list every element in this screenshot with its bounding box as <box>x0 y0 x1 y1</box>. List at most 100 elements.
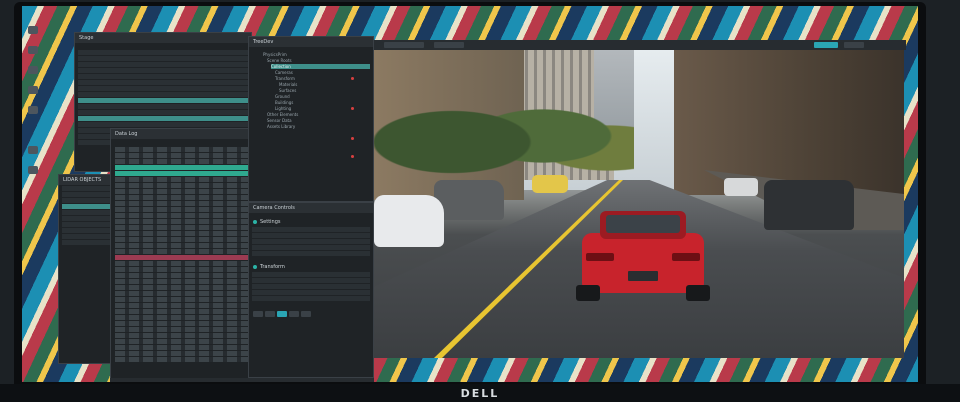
tree-item[interactable]: Ground <box>275 94 370 99</box>
table-row[interactable] <box>115 285 265 290</box>
playback-button[interactable] <box>253 311 263 317</box>
table-row[interactable] <box>115 321 265 326</box>
table-row-error[interactable] <box>115 255 265 260</box>
list-item[interactable] <box>78 110 248 115</box>
table-row[interactable] <box>115 213 265 218</box>
table-row[interactable] <box>115 225 265 230</box>
toolbar-button[interactable] <box>384 42 424 48</box>
app-icon[interactable] <box>28 146 38 154</box>
toolbar-button[interactable] <box>434 42 464 48</box>
tree-item[interactable]: PhysicsPrim <box>263 52 370 57</box>
property-row[interactable] <box>252 284 370 289</box>
table-row-selected[interactable] <box>115 165 265 170</box>
table-row[interactable] <box>115 231 265 236</box>
table-row[interactable] <box>115 189 265 194</box>
table-row[interactable] <box>115 201 265 206</box>
tree-item-selected[interactable]: Collection <box>271 64 370 69</box>
property-row[interactable] <box>252 239 370 244</box>
playback-button[interactable] <box>265 311 275 317</box>
tree-item[interactable]: Transform <box>275 76 370 81</box>
tree-item[interactable]: Materials <box>279 82 370 87</box>
tree-item[interactable]: Scene Roots <box>267 58 370 63</box>
table-row[interactable] <box>115 249 265 254</box>
toolbar-button[interactable] <box>814 42 838 48</box>
tree-item[interactable]: Lighting <box>275 106 370 111</box>
app-icon[interactable] <box>28 46 38 54</box>
list-item[interactable] <box>78 80 248 85</box>
list-item[interactable] <box>78 122 248 127</box>
table-row[interactable] <box>115 327 265 332</box>
table-row[interactable] <box>115 237 265 242</box>
playback-button[interactable] <box>289 311 299 317</box>
playback-button[interactable] <box>301 311 311 317</box>
table-row[interactable] <box>115 309 265 314</box>
property-row[interactable] <box>252 296 370 301</box>
table-row[interactable] <box>115 357 265 362</box>
app-icon[interactable] <box>28 86 38 94</box>
list-item[interactable] <box>78 92 248 97</box>
app-icon[interactable] <box>28 66 38 74</box>
table-row[interactable] <box>115 297 265 302</box>
table-row[interactable] <box>115 303 265 308</box>
table-row[interactable] <box>115 339 265 344</box>
table-row[interactable] <box>115 153 265 158</box>
property-row[interactable] <box>252 251 370 256</box>
tree-item[interactable]: Assets Library <box>267 124 370 129</box>
list-item[interactable] <box>62 234 110 239</box>
list-item-selected[interactable] <box>78 98 248 103</box>
tree-item[interactable]: Other Elements <box>267 112 370 117</box>
property-row[interactable] <box>252 272 370 277</box>
play-button[interactable] <box>277 311 287 317</box>
list-item[interactable] <box>62 210 110 215</box>
list-item[interactable] <box>78 50 248 55</box>
table-row[interactable] <box>115 177 265 182</box>
table-row[interactable] <box>115 345 265 350</box>
table-row-selected[interactable] <box>115 171 265 176</box>
list-item[interactable] <box>62 240 110 245</box>
list-item[interactable] <box>78 62 248 67</box>
table-row[interactable] <box>115 315 265 320</box>
list-item[interactable] <box>62 216 110 221</box>
toolbar-button[interactable] <box>844 42 864 48</box>
list-item[interactable] <box>62 228 110 233</box>
list-item-selected[interactable] <box>78 116 248 121</box>
table-row[interactable] <box>115 333 265 338</box>
list-item[interactable] <box>78 86 248 91</box>
list-item[interactable] <box>78 74 248 79</box>
table-row[interactable] <box>115 267 265 272</box>
list-item[interactable] <box>78 44 248 49</box>
table-row[interactable] <box>115 243 265 248</box>
tree-item[interactable]: Surfaces <box>279 88 370 93</box>
property-row[interactable] <box>252 290 370 295</box>
table-row[interactable] <box>115 279 265 284</box>
property-row[interactable] <box>252 245 370 250</box>
list-item[interactable] <box>78 56 248 61</box>
table-row[interactable] <box>115 195 265 200</box>
tree-item[interactable]: Sensor Data <box>267 118 370 123</box>
list-item[interactable] <box>62 186 110 191</box>
property-row[interactable] <box>252 233 370 238</box>
table-row[interactable] <box>115 147 265 152</box>
table-row[interactable] <box>115 273 265 278</box>
table-row[interactable] <box>115 207 265 212</box>
table-row[interactable] <box>115 291 265 296</box>
app-icon[interactable] <box>28 166 38 174</box>
tree-item[interactable]: Cameras <box>275 70 370 75</box>
render-viewport[interactable] <box>374 50 904 358</box>
table-row[interactable] <box>115 219 265 224</box>
app-icon[interactable] <box>28 26 38 34</box>
table-row[interactable] <box>115 261 265 266</box>
list-item[interactable] <box>78 68 248 73</box>
list-item[interactable] <box>62 192 110 197</box>
list-item-selected[interactable] <box>62 204 110 209</box>
property-row[interactable] <box>252 278 370 283</box>
table-row[interactable] <box>115 351 265 356</box>
property-row[interactable] <box>252 227 370 232</box>
table-row[interactable] <box>115 159 265 164</box>
table-row[interactable] <box>115 183 265 188</box>
list-item[interactable] <box>78 104 248 109</box>
list-item[interactable] <box>62 222 110 227</box>
list-item[interactable] <box>62 198 110 203</box>
tree-item[interactable]: Buildings <box>275 100 370 105</box>
app-icon[interactable] <box>28 106 38 114</box>
